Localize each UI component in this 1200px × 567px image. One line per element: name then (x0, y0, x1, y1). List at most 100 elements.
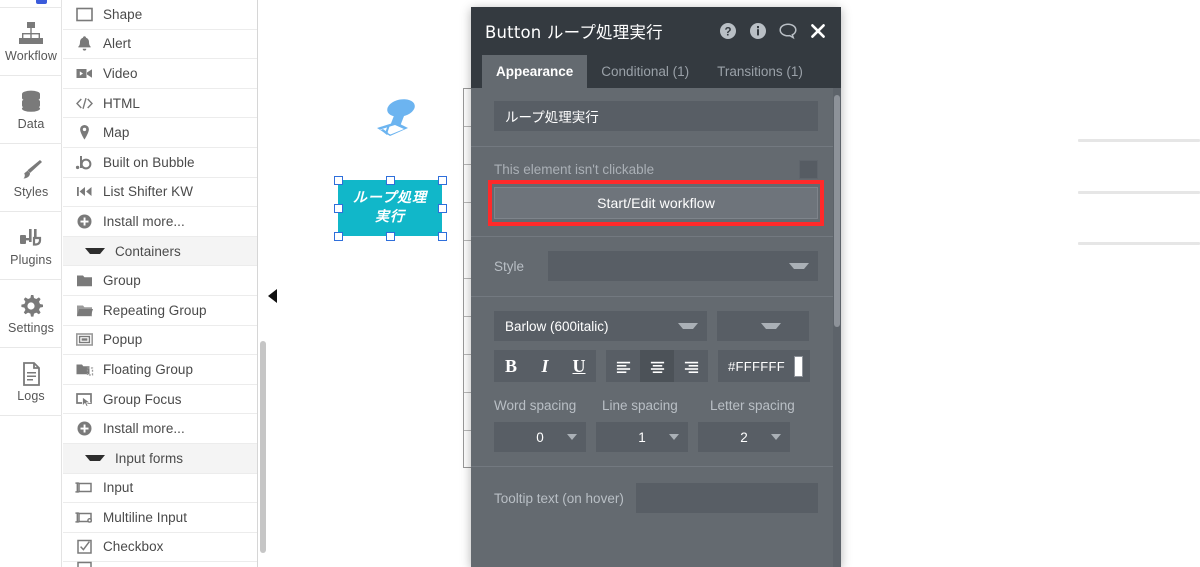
palette-item-install-more-elements[interactable]: Install more... (63, 207, 257, 237)
palette-item-partial-next[interactable] (63, 562, 257, 567)
chevron-down-icon (771, 434, 781, 440)
clickable-row: This element isn't clickable Start/Edit … (471, 147, 841, 236)
tooltip-input[interactable] (635, 483, 818, 513)
chevron-down-icon (789, 263, 809, 269)
text-align-group (606, 350, 708, 382)
style-select[interactable] (548, 251, 818, 281)
code-icon (75, 94, 94, 113)
info-icon[interactable] (749, 22, 767, 40)
line-spacing-select[interactable]: 1 (596, 422, 688, 452)
palette-item-map[interactable]: Map (63, 118, 257, 148)
palette-item-floating-group[interactable]: Floating Group (63, 355, 257, 385)
letter-spacing-select[interactable]: 2 (698, 422, 790, 452)
collapse-panel-arrow-icon[interactable] (268, 289, 278, 303)
start-edit-workflow-button[interactable]: Start/Edit workflow (494, 187, 818, 219)
design-icon (36, 0, 47, 4)
plus-circle-icon (75, 212, 94, 231)
rail-item-styles[interactable]: Styles (0, 144, 62, 212)
palette-section-label: Input forms (115, 450, 184, 466)
rail-partial-top-item[interactable] (0, 0, 62, 8)
bell-icon (75, 34, 94, 53)
paintbrush-icon (18, 157, 44, 183)
palette-item-alert[interactable]: Alert (63, 29, 257, 60)
palette-item-shape[interactable]: Shape (63, 0, 257, 30)
tab-transitions[interactable]: Transitions (1) (703, 55, 817, 88)
palette-item-html[interactable]: HTML (63, 88, 257, 119)
font-family-value: Barlow (600italic) (505, 318, 609, 334)
canvas-button-element[interactable]: ループ処理 実行 (338, 180, 442, 236)
resize-handle-se[interactable] (438, 232, 447, 241)
bubble-logo-icon (75, 153, 94, 172)
palette-label: Popup (103, 332, 143, 348)
rail-label-settings: Settings (8, 320, 54, 335)
close-icon[interactable] (809, 22, 827, 40)
font-color-picker[interactable]: #FFFFFF (718, 350, 810, 382)
font-size-select[interactable]: 14 (717, 311, 809, 341)
partial-icon (75, 559, 94, 567)
button-text-input[interactable]: ループ処理実行 (494, 101, 818, 131)
canvas-button-label: ループ処理 実行 (353, 189, 427, 227)
palette-item-input[interactable]: Input (63, 473, 257, 504)
rail-item-workflow[interactable]: Workflow (0, 8, 62, 76)
panel-tabs: Appearance Conditional (1) Transitions (… (471, 55, 841, 88)
palette-item-checkbox[interactable]: Checkbox (63, 532, 257, 563)
panel-scrollbar-thumb[interactable] (834, 95, 840, 327)
resize-handle-nw[interactable] (334, 176, 343, 185)
resize-handle-n[interactable] (386, 176, 395, 185)
palette-label: Shape (103, 6, 143, 22)
plug-icon (18, 225, 44, 251)
palette-item-built-on-bubble[interactable]: Built on Bubble (63, 147, 257, 178)
color-swatch[interactable] (793, 355, 803, 377)
rail-item-data[interactable]: Data (0, 76, 62, 144)
shape-icon (75, 5, 94, 24)
palette-item-group-focus[interactable]: Group Focus (63, 384, 257, 415)
document-icon (18, 361, 44, 387)
not-clickable-checkbox[interactable] (799, 160, 818, 179)
align-left-button[interactable] (606, 350, 640, 382)
resize-handle-e[interactable] (438, 204, 447, 213)
word-spacing-select[interactable]: 0 (494, 422, 586, 452)
align-center-button[interactable] (640, 350, 674, 382)
chevron-down-icon (567, 434, 577, 440)
resize-handle-s[interactable] (386, 232, 395, 241)
resize-handle-sw[interactable] (334, 232, 343, 241)
underline-button[interactable]: U (562, 350, 596, 382)
palette-label: Group Focus (103, 391, 182, 407)
palette-section-containers[interactable]: Containers (63, 236, 257, 267)
resize-handle-w[interactable] (334, 204, 343, 213)
button-text-row: ループ処理実行 (471, 88, 841, 146)
palette-item-list-shifter-kw[interactable]: List Shifter KW (63, 177, 257, 208)
help-icon[interactable]: ? (719, 22, 737, 40)
palette-scrollbar-thumb[interactable] (260, 341, 266, 553)
palette-item-popup[interactable]: Popup (63, 325, 257, 356)
palette-section-input-forms[interactable]: Input forms (63, 443, 257, 474)
palette-label: Map (103, 125, 130, 141)
resize-handle-ne[interactable] (438, 176, 447, 185)
comment-icon[interactable] (779, 22, 797, 40)
rail-label-workflow: Workflow (5, 48, 57, 63)
palette-item-repeating-group[interactable]: Repeating Group (63, 295, 257, 326)
palette-item-multiline-input[interactable]: Multiline Input (63, 503, 257, 533)
popup-icon (75, 330, 94, 349)
group-focus-icon (75, 390, 94, 409)
palette-label: Repeating Group (103, 302, 207, 318)
rail-label-logs: Logs (17, 388, 45, 403)
rewind-icon (75, 182, 94, 201)
palette-item-install-more-containers[interactable]: Install more... (63, 414, 257, 444)
italic-button[interactable]: I (528, 350, 562, 382)
tab-appearance[interactable]: Appearance (482, 55, 588, 88)
tab-conditional[interactable]: Conditional (1) (587, 55, 703, 88)
rail-item-plugins[interactable]: Plugins (0, 212, 62, 280)
rail-item-logs[interactable]: Logs (0, 348, 62, 416)
palette-label: Built on Bubble (103, 154, 195, 170)
rail-item-settings[interactable]: Settings (0, 280, 62, 348)
palette-label: Install more... (103, 213, 185, 229)
palette-item-group[interactable]: Group (63, 266, 257, 296)
font-family-select[interactable]: Barlow (600italic) (494, 311, 707, 341)
bold-button[interactable]: B (494, 350, 528, 382)
palette-item-video[interactable]: Video (63, 59, 257, 89)
canvas-button-label-line2: 実行 (374, 209, 405, 225)
word-spacing-label: Word spacing (494, 398, 577, 413)
canvas-rule-2 (1078, 191, 1200, 194)
align-right-button[interactable] (674, 350, 708, 382)
